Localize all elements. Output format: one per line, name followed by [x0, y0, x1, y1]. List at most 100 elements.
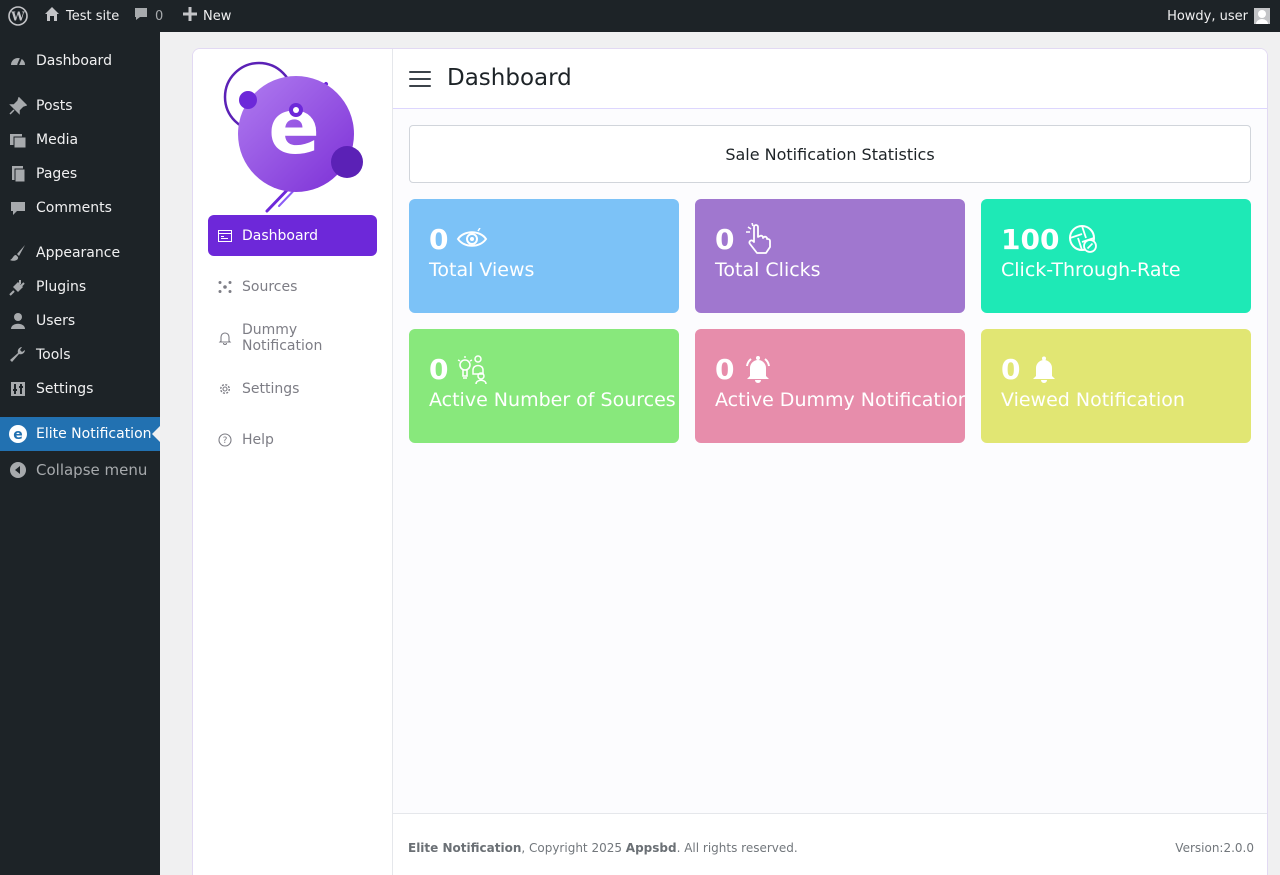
brush-icon: [0, 244, 36, 262]
wrench-icon: [0, 346, 36, 364]
plugin-nav-label: Sources: [242, 278, 298, 295]
plus-icon: [183, 7, 197, 25]
account-menu[interactable]: Howdy, user: [1167, 0, 1270, 32]
footer-company: Appsbd: [625, 841, 677, 855]
howdy-text: Howdy, user: [1167, 8, 1248, 24]
stat-card-active-sources: 0 Active Number of Sources: [409, 329, 679, 443]
plugin-panel: e Dashboard Sources Dummy Notification S…: [192, 48, 1268, 875]
bell-icon: [1028, 353, 1060, 385]
menu-label: Media: [36, 132, 79, 148]
plugin-nav-settings[interactable]: Settings: [208, 368, 377, 409]
footer-rights: . All rights reserved.: [676, 841, 798, 855]
plugin-nav-label: Help: [242, 431, 274, 448]
plugin-nav-help[interactable]: ? Help: [208, 419, 377, 460]
bell-icon: [218, 331, 232, 345]
menu-item-dashboard[interactable]: Dashboard: [0, 44, 160, 78]
stat-label: Viewed Notification: [1001, 389, 1185, 411]
dashboard-icon: [0, 52, 36, 70]
idea-people-icon: [456, 353, 488, 385]
plugin-main: Dashboard Sale Notification Statistics 0…: [393, 49, 1267, 875]
pointer-click-icon: [742, 223, 774, 255]
menu-item-elite-notification[interactable]: e Elite Notification: [0, 417, 160, 451]
menu-label: Dashboard: [36, 53, 112, 69]
plugin-nav-label: Settings: [242, 380, 300, 397]
comment-icon: [0, 199, 36, 217]
stat-label: Active Number of Sources: [429, 389, 676, 411]
plug-icon: [0, 278, 36, 296]
admin-menu: Dashboard Posts Media Pages Comments App…: [0, 32, 160, 875]
hamburger-menu-icon[interactable]: [409, 71, 431, 87]
page-title: Dashboard: [447, 65, 572, 91]
menu-item-media[interactable]: Media: [0, 123, 160, 157]
elite-logo-icon: e: [0, 424, 36, 444]
svg-text:?: ?: [223, 436, 228, 446]
menu-item-comments[interactable]: Comments: [0, 191, 160, 225]
plugin-nav-label: Dashboard: [242, 227, 318, 244]
pages-icon: [0, 165, 36, 183]
comment-icon: [133, 6, 149, 26]
gear-icon: [218, 382, 232, 396]
elite-notification-logo: e: [221, 59, 366, 214]
stat-label: Active Dummy Notifications: [715, 389, 965, 411]
menu-label: Comments: [36, 200, 112, 216]
avatar: [1254, 8, 1270, 24]
menu-label: Plugins: [36, 279, 87, 295]
media-icon: [0, 131, 36, 149]
new-label: New: [203, 8, 232, 24]
plugin-nav-label: Dummy Notification: [242, 321, 323, 354]
menu-item-plugins[interactable]: Plugins: [0, 270, 160, 304]
stat-card-viewed-notification: 0 Viewed Notification: [981, 329, 1251, 443]
svg-text:e: e: [13, 427, 23, 443]
menu-label: Tools: [36, 347, 71, 363]
stat-label: Total Clicks: [715, 259, 821, 281]
menu-label: Elite Notification: [36, 426, 152, 442]
settings-icon: [0, 380, 36, 398]
bell-ring-icon: [742, 353, 774, 385]
collapse-label: Collapse menu: [36, 461, 148, 479]
menu-label: Appearance: [36, 245, 121, 261]
menu-item-appearance[interactable]: Appearance: [0, 236, 160, 270]
stat-card-click-through-rate: 100 Click-Through-Rate: [981, 199, 1251, 313]
menu-label: Users: [36, 313, 76, 329]
plugin-nav-sources[interactable]: Sources: [208, 266, 377, 307]
menu-item-settings[interactable]: Settings: [0, 372, 160, 406]
eye-icon: [456, 223, 488, 255]
stat-value: 0: [715, 222, 735, 256]
plugin-footer: Elite Notification, Copyright 2025 Appsb…: [393, 813, 1267, 875]
stat-value: 0: [429, 352, 449, 386]
menu-item-users[interactable]: Users: [0, 304, 160, 338]
page-header: Dashboard: [393, 49, 1267, 109]
dashboard-card-icon: [218, 229, 232, 243]
collapse-menu-button[interactable]: Collapse menu: [0, 453, 160, 487]
user-icon: [0, 312, 36, 330]
pin-icon: [0, 97, 36, 115]
sources-icon: [218, 280, 232, 294]
plugin-nav-dashboard[interactable]: Dashboard: [208, 215, 377, 256]
menu-item-tools[interactable]: Tools: [0, 338, 160, 372]
footer-copyright: , Copyright 2025: [521, 841, 626, 855]
copyright-text: Elite Notification, Copyright 2025 Appsb…: [408, 841, 798, 855]
menu-item-pages[interactable]: Pages: [0, 157, 160, 191]
menu-item-posts[interactable]: Posts: [0, 89, 160, 123]
site-name-link[interactable]: Test site: [44, 0, 119, 32]
stat-card-total-views: 0 Total Views: [409, 199, 679, 313]
stat-card-total-clicks: 0 Total Clicks: [695, 199, 965, 313]
plugin-sidebar: e Dashboard Sources Dummy Notification S…: [193, 49, 393, 875]
admin-bar: W Test site 0 New Howdy, user: [0, 0, 1280, 32]
new-content-link[interactable]: New: [183, 0, 231, 32]
footer-brand: Elite Notification: [408, 841, 522, 855]
wordpress-logo-icon[interactable]: W: [6, 0, 30, 32]
svg-text:W: W: [10, 10, 25, 24]
stat-label: Click-Through-Rate: [1001, 259, 1181, 281]
svg-text:e: e: [268, 82, 320, 171]
stat-value: 0: [715, 352, 735, 386]
menu-label: Posts: [36, 98, 73, 114]
menu-label: Settings: [36, 381, 94, 397]
plugin-nav-dummy-notification[interactable]: Dummy Notification: [208, 317, 377, 358]
stat-value: 0: [1001, 352, 1021, 386]
version-text: Version:2.0.0: [1175, 841, 1254, 855]
collapse-icon: [0, 461, 36, 479]
comments-link[interactable]: 0: [133, 0, 163, 32]
stat-value: 0: [429, 222, 449, 256]
help-icon: ?: [218, 432, 232, 447]
